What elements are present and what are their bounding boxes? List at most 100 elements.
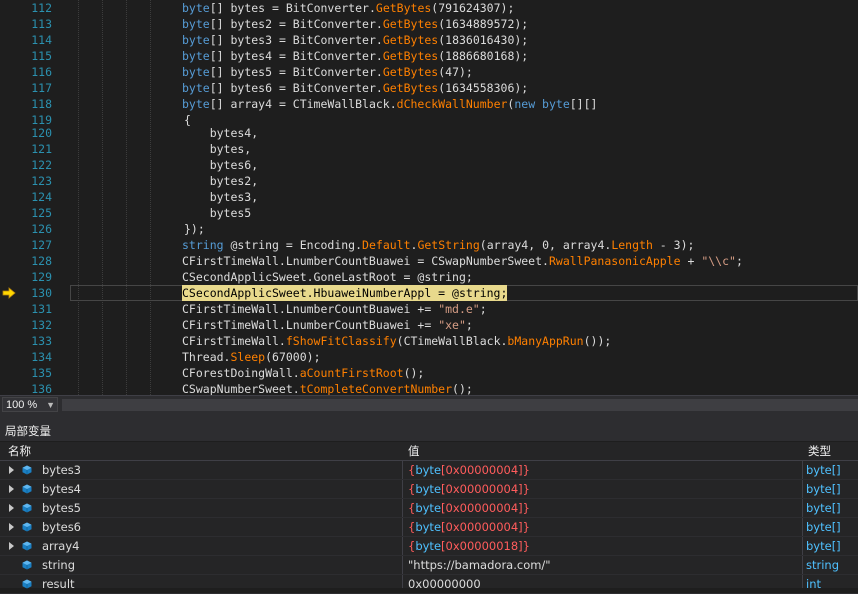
code-token: byte [182,1,210,15]
code-line[interactable]: 118 byte[] array4 = CTimeWallBlack.dCheck… [0,96,858,112]
line-number: 132 [31,318,52,332]
locals-table[interactable]: 名称 值 类型 bytes3 {byte[0x00000004]} byte[] by… [0,442,858,594]
panel-splitter[interactable] [0,414,858,421]
value-part: [0x00000004] [441,463,523,477]
code-text[interactable]: bytes3, [182,189,258,205]
value-part: [0x00000004] [441,482,523,496]
code-line[interactable]: 124 bytes3, [0,189,858,205]
header-type[interactable]: 类型 [808,442,831,460]
code-text[interactable]: byte[] bytes4 = BitConverter.GetBytes(18… [182,48,528,64]
code-line[interactable]: 114 byte[] bytes3 = BitConverter.GetBytes… [0,32,858,48]
code-line[interactable]: 115 byte[] bytes4 = BitConverter.GetBytes… [0,48,858,64]
expand-arrow-icon[interactable] [9,466,14,474]
code-token: ()); [583,334,612,348]
variable-type: string [806,558,840,572]
code-line[interactable]: 130 CSecondApplicSweet.HbuaweiNumberAppl … [0,285,858,301]
code-line[interactable]: 129 CSecondApplicSweet.GoneLastRoot = @st… [0,269,858,285]
locals-row[interactable]: string "https://bamadora.com/" string [0,556,858,575]
code-text[interactable]: CSwapNumberSweet.tCompleteConvertNumber(… [182,381,473,395]
code-text[interactable]: string @string = Encoding.Default.GetStr… [182,237,694,253]
code-text[interactable]: byte[] bytes2 = BitConverter.GetBytes(16… [182,16,528,32]
code-line[interactable]: 113 byte[] bytes2 = BitConverter.GetBytes… [0,16,858,32]
code-editor[interactable]: 112 byte[] bytes = BitConverter.GetBytes(… [0,0,858,395]
code-text[interactable]: byte[] bytes6 = BitConverter.GetBytes(16… [182,80,528,96]
code-line[interactable]: 127 string @string = Encoding.Default.Get… [0,237,858,253]
code-line[interactable]: 128 CFirstTimeWall.LnumberCountBuawei = C… [0,253,858,269]
locals-row[interactable]: array4 {byte[0x00000018]} byte[] [0,537,858,556]
code-token: [] bytes2 = [209,17,293,31]
locals-row[interactable]: bytes5 {byte[0x00000004]} byte[] [0,499,858,518]
code-text[interactable]: CFirstTimeWall.fShowFitClassify(CTimeWal… [182,333,611,349]
code-line[interactable]: 121 bytes, [0,141,858,157]
value-part: byte [415,482,442,496]
variable-value[interactable]: 0x00000000 [408,575,481,593]
code-token: CForestDoingWall. [182,366,300,380]
variable-value[interactable]: {byte[0x00000004]} [408,461,530,479]
code-token: BitConverter [292,65,376,79]
code-token: [] bytes6 = [209,81,293,95]
locals-row[interactable]: bytes4 {byte[0x00000004]} byte[] [0,480,858,499]
code-text[interactable]: CSecondApplicSweet.GoneLastRoot = @strin… [182,269,473,285]
code-token: . [355,238,363,252]
variable-value[interactable]: "https://bamadora.com/" [408,556,551,574]
code-text[interactable]: CFirstTimeWall.LnumberCountBuawei += "xe… [182,317,473,333]
code-text[interactable]: bytes, [182,141,252,157]
line-number: 136 [31,382,52,395]
code-token: byte [182,97,210,111]
code-token: GetBytes [382,65,439,79]
expand-arrow-icon[interactable] [9,542,14,550]
code-text[interactable]: bytes4, [182,125,258,141]
code-token: tCompleteConvertNumber [299,382,453,395]
line-number: 117 [31,81,52,95]
code-token: "\\c" [701,254,736,268]
code-line[interactable]: 136 CSwapNumberSweet.tCompleteConvertNumb… [0,381,858,395]
code-lines[interactable]: 112 byte[] bytes = BitConverter.GetBytes(… [0,0,858,395]
header-name[interactable]: 名称 [8,442,31,460]
code-line[interactable]: 125 bytes5 [0,205,858,221]
code-token: . [375,81,383,95]
code-line[interactable]: 132 CFirstTimeWall.LnumberCountBuawei += … [0,317,858,333]
expand-arrow-icon[interactable] [9,504,14,512]
code-line[interactable]: 120 bytes4, [0,125,858,141]
code-text[interactable]: byte[] bytes5 = BitConverter.GetBytes(47… [182,64,473,80]
code-text[interactable]: CSecondApplicSweet.HbuaweiNumberAppl = @… [182,285,508,301]
line-number: 129 [31,270,52,284]
line-number: 126 [31,222,52,236]
code-text[interactable]: }); [184,221,205,237]
variable-value[interactable]: {byte[0x00000004]} [408,518,530,536]
locals-row[interactable]: result 0x00000000 int [0,575,858,594]
locals-row[interactable]: bytes6 {byte[0x00000004]} byte[] [0,518,858,537]
variable-value[interactable]: {byte[0x00000004]} [408,480,530,498]
code-line[interactable]: 112 byte[] bytes = BitConverter.GetBytes(… [0,0,858,16]
expand-arrow-icon[interactable] [9,485,14,493]
code-line[interactable]: 131 CFirstTimeWall.LnumberCountBuawei += … [0,301,858,317]
variable-value[interactable]: {byte[0x00000004]} [408,499,530,517]
code-text[interactable]: byte[] bytes = BitConverter.GetBytes(791… [182,0,514,16]
code-line[interactable]: 119{ [0,112,858,127]
expand-arrow-icon[interactable] [9,523,14,531]
code-line[interactable]: 117 byte[] bytes6 = BitConverter.GetBytes… [0,80,858,96]
code-line[interactable]: 122 bytes6, [0,157,858,173]
header-value[interactable]: 值 [408,442,420,460]
code-line[interactable]: 134 Thread.Sleep(67000); [0,349,858,365]
code-text[interactable]: Thread.Sleep(67000); [182,349,321,365]
code-token: CFirstTimeWall.LnumberCountBuawei = [182,254,432,268]
code-text[interactable]: CFirstTimeWall.LnumberCountBuawei = CSwa… [182,253,743,269]
code-text[interactable]: bytes5 [182,205,252,221]
code-line[interactable]: 133 CFirstTimeWall.fShowFitClassify(CTime… [0,333,858,349]
code-text[interactable]: byte[] array4 = CTimeWallBlack.dCheckWal… [182,96,597,112]
horizontal-scrollbar[interactable] [62,399,858,411]
locals-row[interactable]: bytes3 {byte[0x00000004]} byte[] [0,461,858,480]
variable-value[interactable]: {byte[0x00000018]} [408,537,530,555]
code-text[interactable]: bytes6, [182,157,258,173]
code-line[interactable]: 126}); [0,221,858,237]
code-line[interactable]: 123 bytes2, [0,173,858,189]
zoom-dropdown[interactable]: 100 % ▼ [2,397,58,412]
code-text[interactable]: bytes2, [182,173,258,189]
code-line[interactable]: 135 CForestDoingWall.aCountFirstRoot(); [0,365,858,381]
code-line[interactable]: 116 byte[] bytes5 = BitConverter.GetBytes… [0,64,858,80]
code-text[interactable]: byte[] bytes3 = BitConverter.GetBytes(18… [182,32,528,48]
code-text[interactable]: CForestDoingWall.aCountFirstRoot(); [182,365,424,381]
code-token: (47); [438,65,473,79]
code-text[interactable]: CFirstTimeWall.LnumberCountBuawei += "md… [182,301,487,317]
